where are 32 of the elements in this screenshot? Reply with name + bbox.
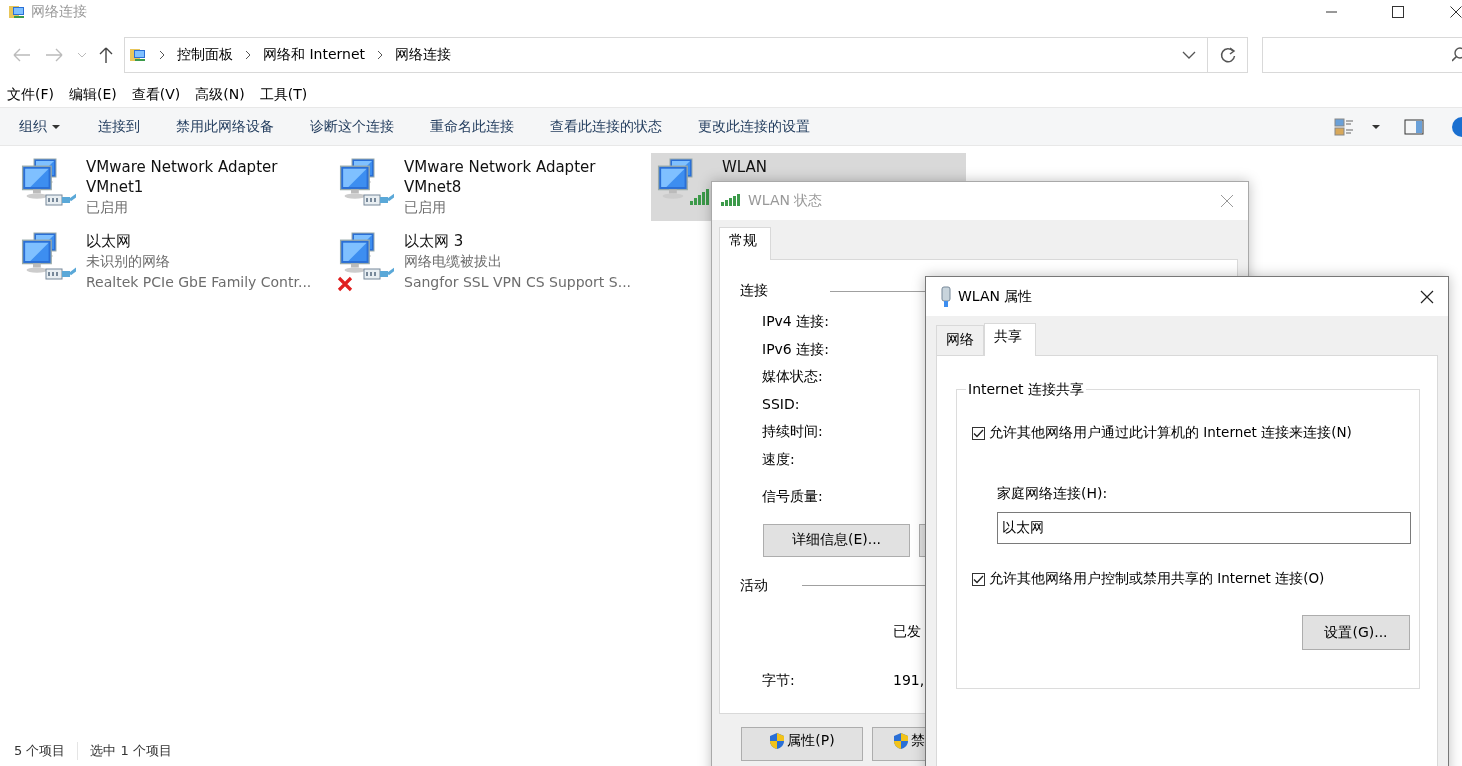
adapter-name: 以太网 3 [404, 231, 465, 251]
field-label: 信号质量: [762, 487, 823, 506]
dialog-title: WLAN 状态 [748, 192, 823, 210]
adapter-status: 网络电缆被拔出 [404, 252, 503, 271]
adapter-device: Realtek PCIe GbE Family Contr... [86, 273, 313, 292]
field-label: IPv4 连接: [762, 312, 829, 331]
checkbox-label: 允许其他网络用户控制或禁用共享的 Internet 连接(O) [989, 570, 1325, 588]
adapter-status: 已启用 [86, 198, 129, 217]
field-label: 持续时间: [762, 422, 823, 441]
field-label: 字节: [762, 671, 796, 690]
group-title: 活动 [740, 576, 768, 595]
group-title: 连接 [740, 282, 768, 300]
adapter-name: 以太网 [86, 231, 132, 251]
window-title: 网络连接 [31, 3, 87, 21]
selection-count: 选中 1 个项目 [77, 742, 172, 760]
adapter-status: 已启用 [404, 198, 447, 217]
adapter-device: Sangfor SSL VPN CS Support S... [404, 273, 633, 292]
item-count: 5 个项目 [14, 742, 66, 760]
checkbox-label: 允许其他网络用户通过此计算机的 Internet 连接来连接(N) [989, 424, 1352, 442]
dialog-title: WLAN 属性 [958, 287, 1033, 306]
field-value: 191, [893, 671, 925, 690]
field-label: SSID: [762, 394, 800, 414]
field-label: 家庭网络连接(H): [997, 485, 1109, 503]
adapter-status: 未识别的网络 [86, 252, 171, 271]
column-heading: 已发 [893, 622, 921, 639]
adapter-name: WLAN [722, 157, 768, 177]
group-title: Internet 连接共享 [966, 381, 1087, 399]
field-label: IPv6 连接: [762, 339, 829, 359]
adapter-name: VMware Network Adapter VMnet1 [86, 157, 279, 197]
adapter-name: VMware Network Adapter VMnet8 [404, 157, 597, 197]
field-label: 媒体状态: [762, 367, 823, 386]
field-label: 速度: [762, 449, 795, 469]
